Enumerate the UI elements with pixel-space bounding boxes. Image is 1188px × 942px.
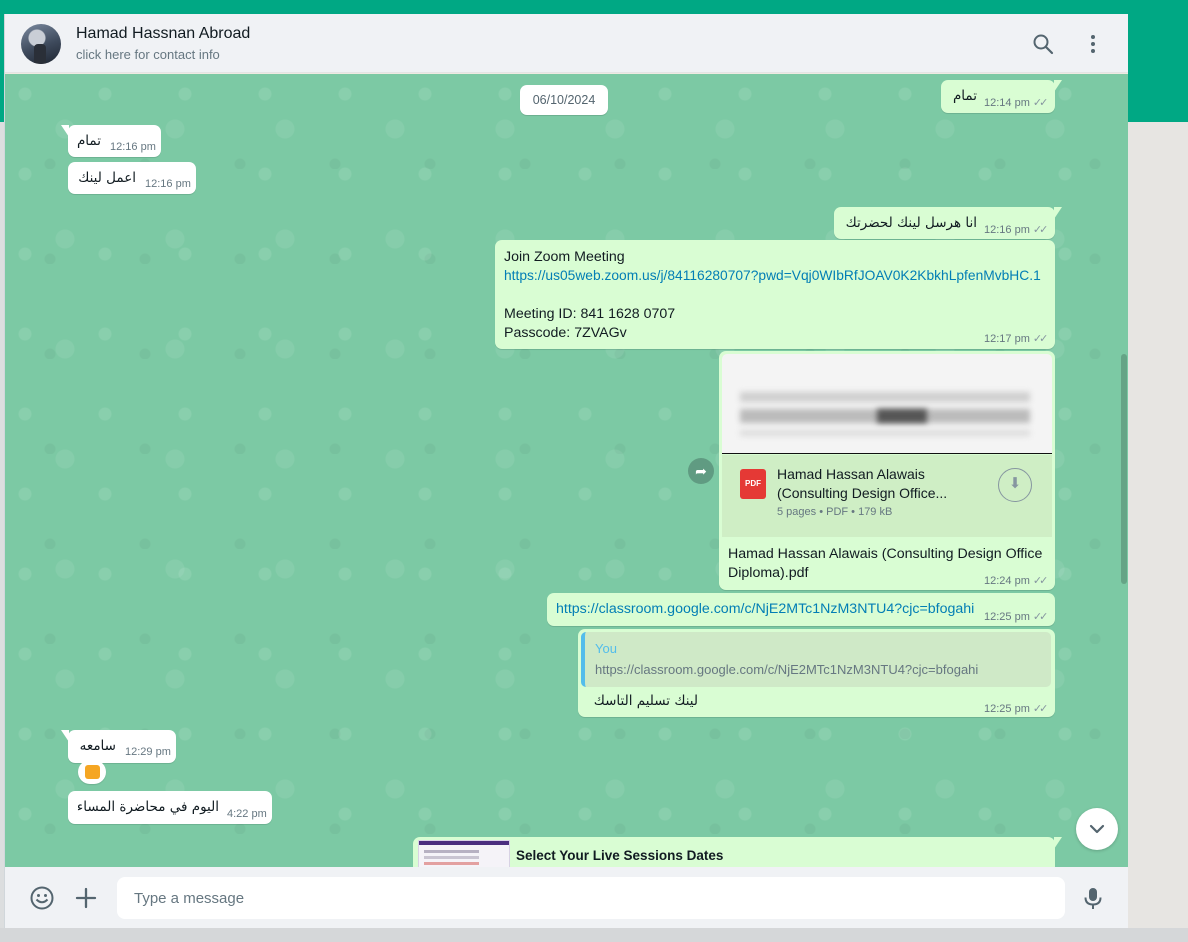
document-card[interactable]: PDF Hamad Hassan Alawais (Consulting Des… xyxy=(722,455,1052,537)
read-receipt-icon: ✓✓ xyxy=(1032,333,1049,345)
document-caption: Hamad Hassan Alawais (Consulting Design … xyxy=(728,546,1043,562)
document-preview-thumbnail[interactable] xyxy=(722,354,1052,454)
document-info: 5 pages • PDF • 179 kB xyxy=(777,506,893,518)
message-list[interactable]: 06/10/2024 تمام 12:14 pm ✓✓ تمام 12:16 pm… xyxy=(5,74,1128,867)
message-text: اليوم في محاضرة المساء xyxy=(76,799,219,815)
search-icon[interactable] xyxy=(1031,32,1055,56)
chat-header[interactable]: Hamad Hassnan Abroad click here for cont… xyxy=(5,14,1128,73)
message-text-line: Meeting ID: 841 1628 0707 xyxy=(504,306,676,322)
read-receipt-icon: ✓✓ xyxy=(1032,611,1049,623)
message-time: 4:22 pm xyxy=(227,808,267,820)
message-time: 12:17 pm ✓✓ xyxy=(984,333,1049,345)
message-time: 12:16 pm xyxy=(145,178,191,190)
quoted-author: You xyxy=(595,641,617,656)
document-title: Hamad Hassan Alawais (Consulting Design … xyxy=(777,466,948,501)
message-outgoing-document[interactable]: PDF Hamad Hassan Alawais (Consulting Des… xyxy=(719,351,1055,590)
contact-info-hint[interactable]: click here for contact info xyxy=(76,47,220,62)
message-outgoing[interactable]: https://classroom.google.com/c/NjE2MTc1N… xyxy=(547,593,1055,626)
message-text: لينك تسليم التاسك xyxy=(593,693,698,709)
message-time: 12:16 pm xyxy=(110,141,156,153)
read-receipt-icon: ✓✓ xyxy=(1032,224,1049,236)
microphone-icon[interactable] xyxy=(1080,885,1106,911)
quoted-message[interactable]: You https://classroom.google.com/c/NjE2M… xyxy=(581,632,1051,687)
message-time: 12:14 pm ✓✓ xyxy=(984,97,1049,109)
bottom-strip xyxy=(0,928,1188,942)
message-text: سامعه xyxy=(79,738,116,754)
date-chip: 06/10/2024 xyxy=(520,85,608,115)
message-incoming[interactable]: اعمل لينك 12:16 pm xyxy=(68,162,196,194)
message-time: 12:25 pm ✓✓ xyxy=(984,611,1049,623)
message-incoming[interactable]: سامعه 12:29 pm xyxy=(61,730,176,763)
message-composer xyxy=(5,867,1128,928)
message-time: 12:16 pm ✓✓ xyxy=(984,224,1049,236)
message-text: اعمل لينك xyxy=(78,170,136,186)
chat-window: Hamad Hassnan Abroad click here for cont… xyxy=(4,14,1128,928)
plus-icon[interactable] xyxy=(73,885,99,911)
scroll-down-button[interactable] xyxy=(1076,808,1118,850)
message-outgoing[interactable]: انا هرسل لينك لحضرتك 12:16 pm ✓✓ xyxy=(834,207,1062,239)
pdf-file-icon: PDF xyxy=(740,469,766,499)
forward-icon[interactable]: ➦ xyxy=(688,458,714,484)
emoji-icon[interactable] xyxy=(29,885,55,911)
message-time: 12:29 pm xyxy=(125,746,171,758)
message-outgoing[interactable]: Join Zoom Meeting https://us05web.zoom.u… xyxy=(495,240,1055,349)
menu-dots-icon[interactable] xyxy=(1081,32,1105,56)
message-time: 12:25 pm ✓✓ xyxy=(984,703,1049,715)
contact-avatar[interactable] xyxy=(21,24,61,64)
read-receipt-icon: ✓✓ xyxy=(1032,703,1049,715)
chat-scrollbar[interactable] xyxy=(1121,354,1127,584)
thumbs-up-reaction-icon[interactable] xyxy=(78,760,106,784)
link-preview-thumbnail[interactable] xyxy=(418,840,510,867)
read-receipt-icon: ✓✓ xyxy=(1032,575,1049,587)
message-time: 12:24 pm ✓✓ xyxy=(984,575,1049,587)
contact-name[interactable]: Hamad Hassnan Abroad xyxy=(76,25,250,43)
message-outgoing[interactable]: تمام 12:14 pm ✓✓ xyxy=(941,80,1062,113)
zoom-meeting-link[interactable]: https://us05web.zoom.us/j/84116280707?pw… xyxy=(504,268,1041,283)
message-text-line: Passcode: 7ZVAGv xyxy=(504,325,627,341)
download-icon[interactable]: ⬇ xyxy=(998,468,1032,502)
message-outgoing-reply[interactable]: You https://classroom.google.com/c/NjE2M… xyxy=(578,629,1055,717)
quoted-text: https://classroom.google.com/c/NjE2MTc1N… xyxy=(595,662,979,677)
message-text: انا هرسل لينك لحضرتك xyxy=(845,215,977,231)
read-receipt-icon: ✓✓ xyxy=(1032,97,1049,109)
message-text-line: Join Zoom Meeting xyxy=(504,249,625,265)
classroom-link[interactable]: https://classroom.google.com/c/NjE2MTc1N… xyxy=(556,601,974,617)
link-preview-title: Select Your Live Sessions Dates xyxy=(516,848,724,863)
message-incoming[interactable]: اليوم في محاضرة المساء 4:22 pm xyxy=(68,791,272,824)
message-text: تمام xyxy=(952,88,977,104)
right-side-panel xyxy=(1128,122,1188,942)
message-incoming[interactable]: تمام 12:16 pm xyxy=(61,125,161,157)
message-outgoing-link-preview[interactable]: Select Your Live Sessions Dates xyxy=(413,837,1062,867)
document-caption: Diploma).pdf xyxy=(728,565,809,581)
message-input[interactable] xyxy=(117,877,1065,919)
message-text: تمام xyxy=(76,133,101,149)
